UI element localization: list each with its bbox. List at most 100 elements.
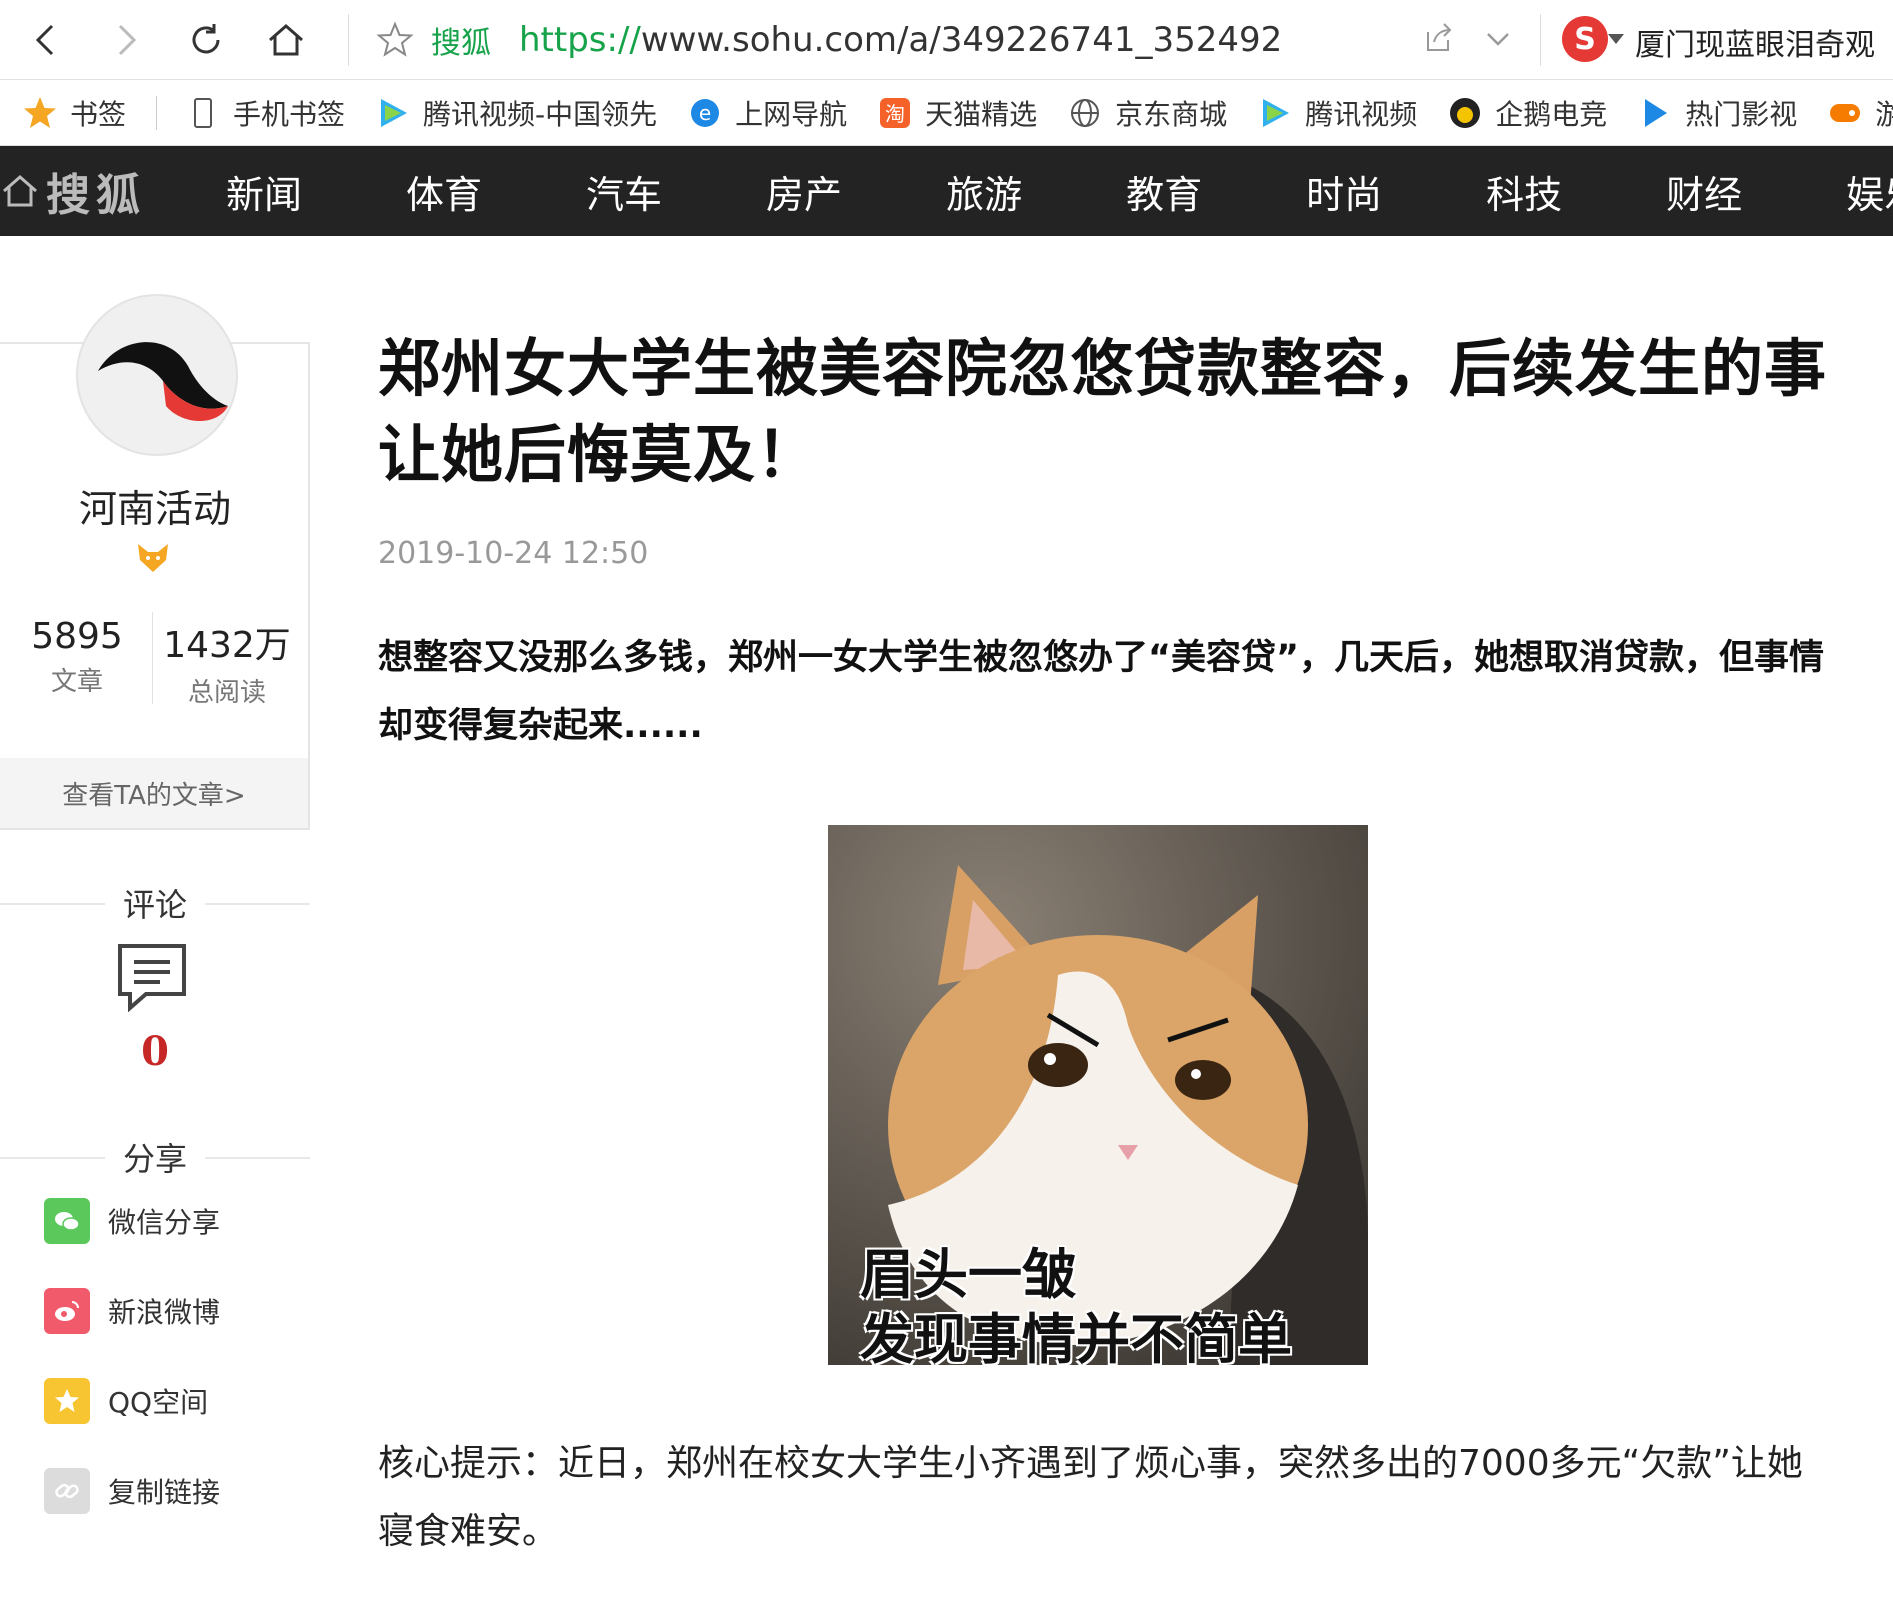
share-section-title: 分享 [0, 1134, 310, 1180]
bookmark-item[interactable]: 手机书签 [185, 93, 345, 133]
bookmark-item[interactable]: 热门影视 [1637, 93, 1797, 133]
address-bar[interactable]: 搜狐 https:// www.sohu.com/a/349226741_352… [375, 8, 1465, 72]
url-scheme: https:// [519, 20, 641, 60]
bookmark-item[interactable]: 游戏中心 [1827, 93, 1893, 133]
toolbar-divider [1540, 14, 1541, 66]
phone-icon [194, 97, 213, 128]
nav-item-news[interactable]: 新闻 [226, 164, 302, 219]
nav-item-realestate[interactable]: 房产 [766, 164, 842, 219]
url-text: www.sohu.com/a/349226741_352492 [640, 20, 1283, 60]
globe-icon [1071, 98, 1100, 127]
home-icon [3, 175, 37, 207]
svg-text:淘: 淘 [885, 102, 905, 126]
articles-count: 5895 [31, 616, 123, 657]
tencent-video-icon [381, 98, 408, 127]
share-label: 新浪微博 [108, 1296, 221, 1329]
bookmark-item[interactable]: 企鹅电竞 [1447, 93, 1607, 133]
bookmark-item[interactable]: 腾讯视频-中国领先 [375, 93, 657, 133]
reload-icon [192, 24, 220, 54]
home-icon [269, 24, 303, 56]
bookmark-label: 上网导航 [735, 97, 848, 131]
fox-badge-icon [138, 544, 168, 572]
nav-item-entertainment[interactable]: 娱乐 [1846, 164, 1893, 219]
bookmark-label: 腾讯视频-中国领先 [423, 97, 658, 131]
comments-section-title: 评论 [0, 880, 310, 926]
bookmark-label: 企鹅电竞 [1495, 97, 1608, 131]
site-name: 搜狐 [431, 26, 491, 61]
stat-articles: 5895 文章 [2, 616, 152, 698]
engine-dropdown-icon[interactable] [1608, 34, 1624, 46]
article-title: 郑州女大学生被美容院忽悠贷款整容，后续发生的事让她后悔莫及！ [378, 332, 1828, 491]
play-icon [1645, 98, 1668, 127]
share-title: 分享 [104, 1140, 205, 1178]
bookmarks-bar: 书签 手机书签 腾讯视频-中国领先 e 上网导航 淘 天猫精选 京东商城 腾讯视… [0, 80, 1893, 146]
comment-count[interactable]: 0 [0, 1028, 310, 1075]
nav-item-education[interactable]: 教育 [1126, 164, 1202, 219]
logo-text: 搜狐 [46, 170, 146, 221]
bookmark-label: 游戏中心 [1875, 93, 1893, 133]
bookmark-separator [156, 95, 158, 130]
share-copylink-button[interactable]: 复制链接 [44, 1468, 220, 1514]
bookmark-label: 京东商城 [1115, 97, 1228, 131]
bookmark-item[interactable]: 腾讯视频 [1257, 93, 1417, 133]
sohu-logo[interactable]: 搜狐 [0, 159, 146, 223]
bookmark-item[interactable]: e 上网导航 [687, 93, 847, 133]
share-page-icon[interactable] [1420, 18, 1456, 58]
article-image[interactable]: 眉头一皱 发现事情并不简单 [828, 825, 1368, 1365]
share-wechat-button[interactable]: 微信分享 [44, 1198, 220, 1244]
bookmark-item[interactable]: 淘 天猫精选 [877, 93, 1037, 133]
nav-item-tech[interactable]: 科技 [1486, 164, 1562, 219]
taobao-icon: 淘 [880, 97, 911, 128]
stat-reads: 1432万 总阅读 [152, 616, 302, 709]
view-author-articles-link[interactable]: 查看TA的文章> [0, 758, 308, 828]
back-button[interactable] [16, 10, 76, 70]
bookmark-label: 热门影视 [1685, 97, 1798, 131]
nav-item-travel[interactable]: 旅游 [946, 164, 1022, 219]
site-nav: 搜狐 新闻 体育 汽车 房产 旅游 教育 时尚 科技 财经 娱乐 [0, 146, 1893, 236]
bookmark-star-icon[interactable] [375, 20, 415, 60]
reads-label: 总阅读 [187, 678, 266, 708]
articles-label: 文章 [50, 667, 103, 697]
gamepad-icon [1830, 103, 1861, 122]
article-date: 2019-10-24 12:50 [378, 536, 649, 571]
weibo-icon [44, 1288, 90, 1334]
share-label: QQ空间 [108, 1386, 209, 1419]
link-icon [44, 1468, 90, 1514]
home-button[interactable] [256, 10, 316, 70]
bookmark-item[interactable]: 京东商城 [1067, 93, 1227, 133]
bookmark-item[interactable]: 书签 [22, 93, 126, 133]
bookmark-label: 天猫精选 [925, 97, 1038, 131]
back-icon [35, 24, 54, 56]
share-label: 复制链接 [108, 1476, 221, 1509]
ie-icon: e [691, 98, 720, 127]
nav-item-fashion[interactable]: 时尚 [1306, 164, 1382, 219]
comments-title: 评论 [104, 886, 205, 924]
reads-count: 1432万 [163, 625, 291, 666]
avatar[interactable] [76, 294, 238, 456]
forward-icon [118, 24, 137, 56]
penguin-esports-icon [1450, 97, 1481, 128]
search-engine-icon[interactable]: S [1562, 16, 1608, 62]
qzone-icon [44, 1378, 90, 1424]
chevron-down-icon[interactable] [1480, 18, 1516, 58]
nav-item-auto[interactable]: 汽车 [586, 164, 662, 219]
share-label: 微信分享 [108, 1206, 221, 1239]
tencent-video-icon [1263, 98, 1290, 127]
bookmark-label: 书签 [70, 97, 127, 131]
comment-icon[interactable] [116, 942, 188, 1012]
article-lead: 想整容又没那么多钱，郑州一女大学生被忽悠办了“美容贷”，几天后，她想取消贷款，但… [378, 638, 1825, 746]
toolbar-divider [348, 14, 349, 66]
search-suggestion[interactable]: 厦门现蓝眼泪奇观 [1635, 20, 1875, 64]
share-qzone-button[interactable]: QQ空间 [44, 1378, 208, 1424]
nav-item-finance[interactable]: 财经 [1666, 164, 1742, 219]
bookmark-label: 手机书签 [233, 97, 346, 131]
author-name[interactable]: 河南活动 [0, 478, 310, 533]
nav-item-sports[interactable]: 体育 [406, 164, 482, 219]
reload-button[interactable] [176, 10, 236, 70]
star-icon [24, 96, 56, 128]
article-body-paragraph: 核心提示：近日，郑州在校女大学生小齐遇到了烦心事，突然多出的7000多元“欠款”… [378, 1443, 1803, 1552]
image-caption-line2: 发现事情并不简单 [860, 1308, 1292, 1365]
bookmark-label: 腾讯视频 [1305, 97, 1418, 131]
share-weibo-button[interactable]: 新浪微博 [44, 1288, 220, 1334]
forward-button[interactable] [96, 10, 156, 70]
